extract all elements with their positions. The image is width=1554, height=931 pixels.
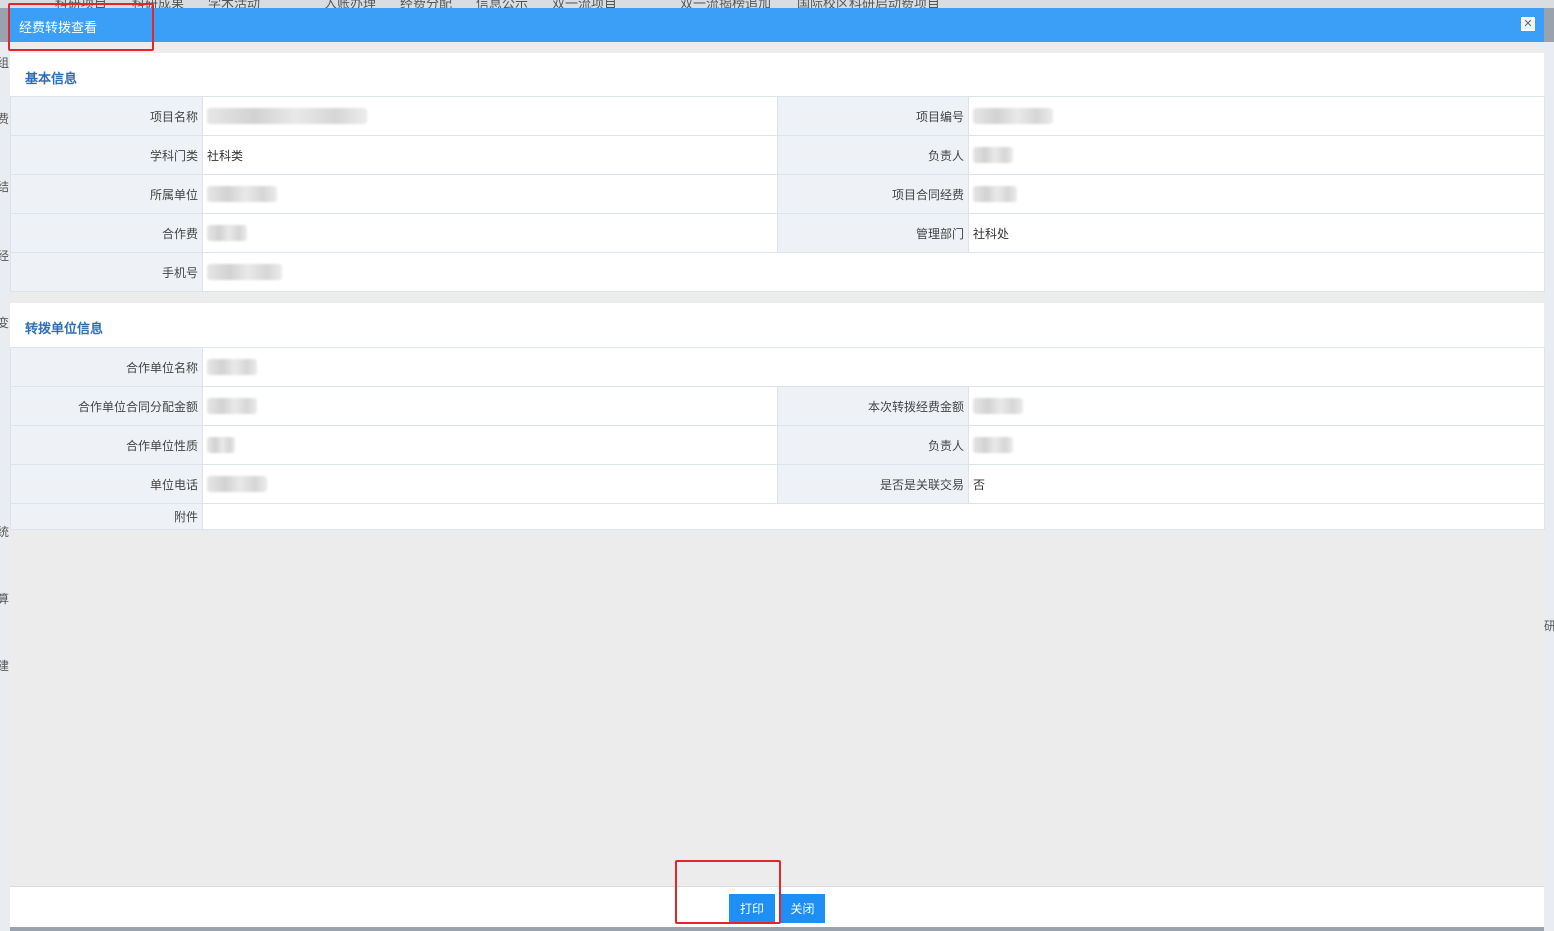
redacted-value (973, 398, 1023, 414)
field-label: 手机号 (10, 252, 203, 292)
table-row: 所属单位 项目合同经费 (10, 174, 1545, 214)
field-label: 合作费 (10, 213, 203, 253)
bg-nav-item: 入账办理 (324, 0, 377, 8)
bg-left-char: 结 (0, 180, 10, 194)
bg-left-char: 经 (0, 249, 10, 263)
related-transaction-value: 否 (967, 464, 1546, 504)
redacted-value (207, 108, 367, 124)
table-row: 附件 (10, 503, 1546, 530)
field-label: 是否是关联交易 (777, 464, 969, 504)
field-label: 管理部门 (777, 213, 969, 253)
field-label: 合作单位性质 (10, 425, 203, 465)
close-button[interactable]: 关闭 (780, 894, 825, 923)
table-row: 合作单位名称 (10, 347, 1546, 387)
table-row: 手机号 (10, 252, 1545, 292)
leader-value (968, 135, 1545, 175)
field-label: 本次转拨经费金额 (777, 386, 969, 426)
project-number-value (968, 96, 1545, 136)
coop-unit-nature-value (202, 425, 778, 465)
bg-nav-item: 双一流揭榜追加 (680, 0, 772, 8)
contract-funds-value (968, 174, 1545, 214)
redacted-value (207, 476, 267, 492)
redacted-value (973, 437, 1013, 453)
coop-contract-amount-value (202, 386, 778, 426)
transfer-info-table: 合作单位名称 合作单位合同分配金额 本次转拨经费金额 合作单位性质 负责人 单位… (10, 347, 1546, 530)
background-nav-bar: 科研项目 科研成果 学术活动 入账办理 经费分配 信息公示 双一流项目 双一流揭… (0, 0, 1554, 8)
field-label: 合作单位名称 (10, 347, 203, 387)
section-title-transfer: 转拨单位信息 (25, 322, 104, 337)
bg-nav-item: 经费分配 (400, 0, 453, 8)
phone-value (202, 252, 1545, 292)
redacted-value (207, 437, 235, 453)
field-label: 项目合同经费 (777, 174, 969, 214)
bg-nav-item: 信息公示 (476, 0, 529, 8)
redacted-value (973, 186, 1017, 202)
basic-info-section: 基本信息 项目名称 项目编号 学科门类 社科类 负责人 所属单位 项目合同经费 (10, 53, 1545, 292)
field-label: 负责人 (777, 425, 969, 465)
bg-nav-item: 双一流项目 (552, 0, 618, 8)
redacted-value (207, 225, 247, 241)
field-label: 项目名称 (10, 96, 203, 136)
bg-left-char: 建 (0, 659, 10, 673)
redacted-value (973, 147, 1013, 163)
table-row: 项目名称 项目编号 (10, 96, 1545, 136)
transfer-info-section: 转拨单位信息 合作单位名称 合作单位合同分配金额 本次转拨经费金额 合作单位性质… (10, 303, 1546, 530)
bg-left-char: 统 (0, 525, 10, 539)
close-icon[interactable]: ✕ (1521, 17, 1535, 31)
project-name-value (202, 96, 778, 136)
bg-left-char: 算 (0, 592, 10, 606)
bg-nav-item: 国际校区科研启动费项目 (797, 0, 941, 8)
bg-nav-item: 学术活动 (208, 0, 261, 8)
transfer-view-dialog: 经费转拨查看 ✕ 基本信息 项目名称 项目编号 学科门类 社科类 负责人 所属单… (10, 8, 1546, 927)
redacted-value (207, 359, 257, 375)
background-right-strip: 研 (1544, 42, 1554, 931)
field-label: 合作单位合同分配金额 (10, 386, 203, 426)
transfer-leader-value (967, 425, 1546, 465)
bg-left-char: 变 (0, 316, 10, 330)
table-row: 合作单位合同分配金额 本次转拨经费金额 (10, 386, 1546, 426)
print-button[interactable]: 打印 (729, 894, 775, 923)
bg-left-char: 费 (0, 112, 10, 126)
dept-value: 社科处 (968, 213, 1545, 253)
field-label: 附件 (10, 503, 203, 530)
table-row: 合作单位性质 负责人 (10, 425, 1546, 465)
dialog-footer: 打印 关闭 (10, 886, 1544, 927)
dialog-titlebar[interactable]: 经费转拨查看 ✕ (10, 8, 1544, 42)
field-label: 项目编号 (777, 96, 969, 136)
field-label: 学科门类 (10, 135, 203, 175)
field-label: 单位电话 (10, 464, 203, 504)
redacted-value (207, 398, 257, 414)
discipline-value: 社科类 (202, 135, 778, 175)
redacted-value (973, 108, 1053, 124)
bg-right-char: 研 (1544, 619, 1554, 633)
bg-nav-item: 科研成果 (132, 0, 185, 8)
table-row: 学科门类 社科类 负责人 (10, 135, 1545, 175)
table-row: 单位电话 是否是关联交易 否 (10, 464, 1546, 504)
attachment-value[interactable] (201, 503, 1546, 530)
bg-left-char: 组 (0, 56, 10, 70)
redacted-value (207, 186, 277, 202)
bg-nav-item: 科研项目 (55, 0, 108, 8)
background-left-strip: 组 费 结 经 变 统 算 建 (0, 42, 10, 931)
table-row: 合作费 管理部门 社科处 (10, 213, 1545, 253)
coop-funds-value (202, 213, 778, 253)
section-title-basic: 基本信息 (25, 72, 78, 87)
unit-phone-value (202, 464, 778, 504)
dialog-title: 经费转拨查看 (19, 21, 98, 36)
basic-info-table: 项目名称 项目编号 学科门类 社科类 负责人 所属单位 项目合同经费 合作费 管 (10, 96, 1545, 292)
unit-value (202, 174, 778, 214)
redacted-value (207, 264, 282, 280)
this-transfer-amount-value (967, 386, 1546, 426)
field-label: 负责人 (777, 135, 969, 175)
field-label: 所属单位 (10, 174, 203, 214)
coop-unit-name-value (201, 347, 1546, 387)
